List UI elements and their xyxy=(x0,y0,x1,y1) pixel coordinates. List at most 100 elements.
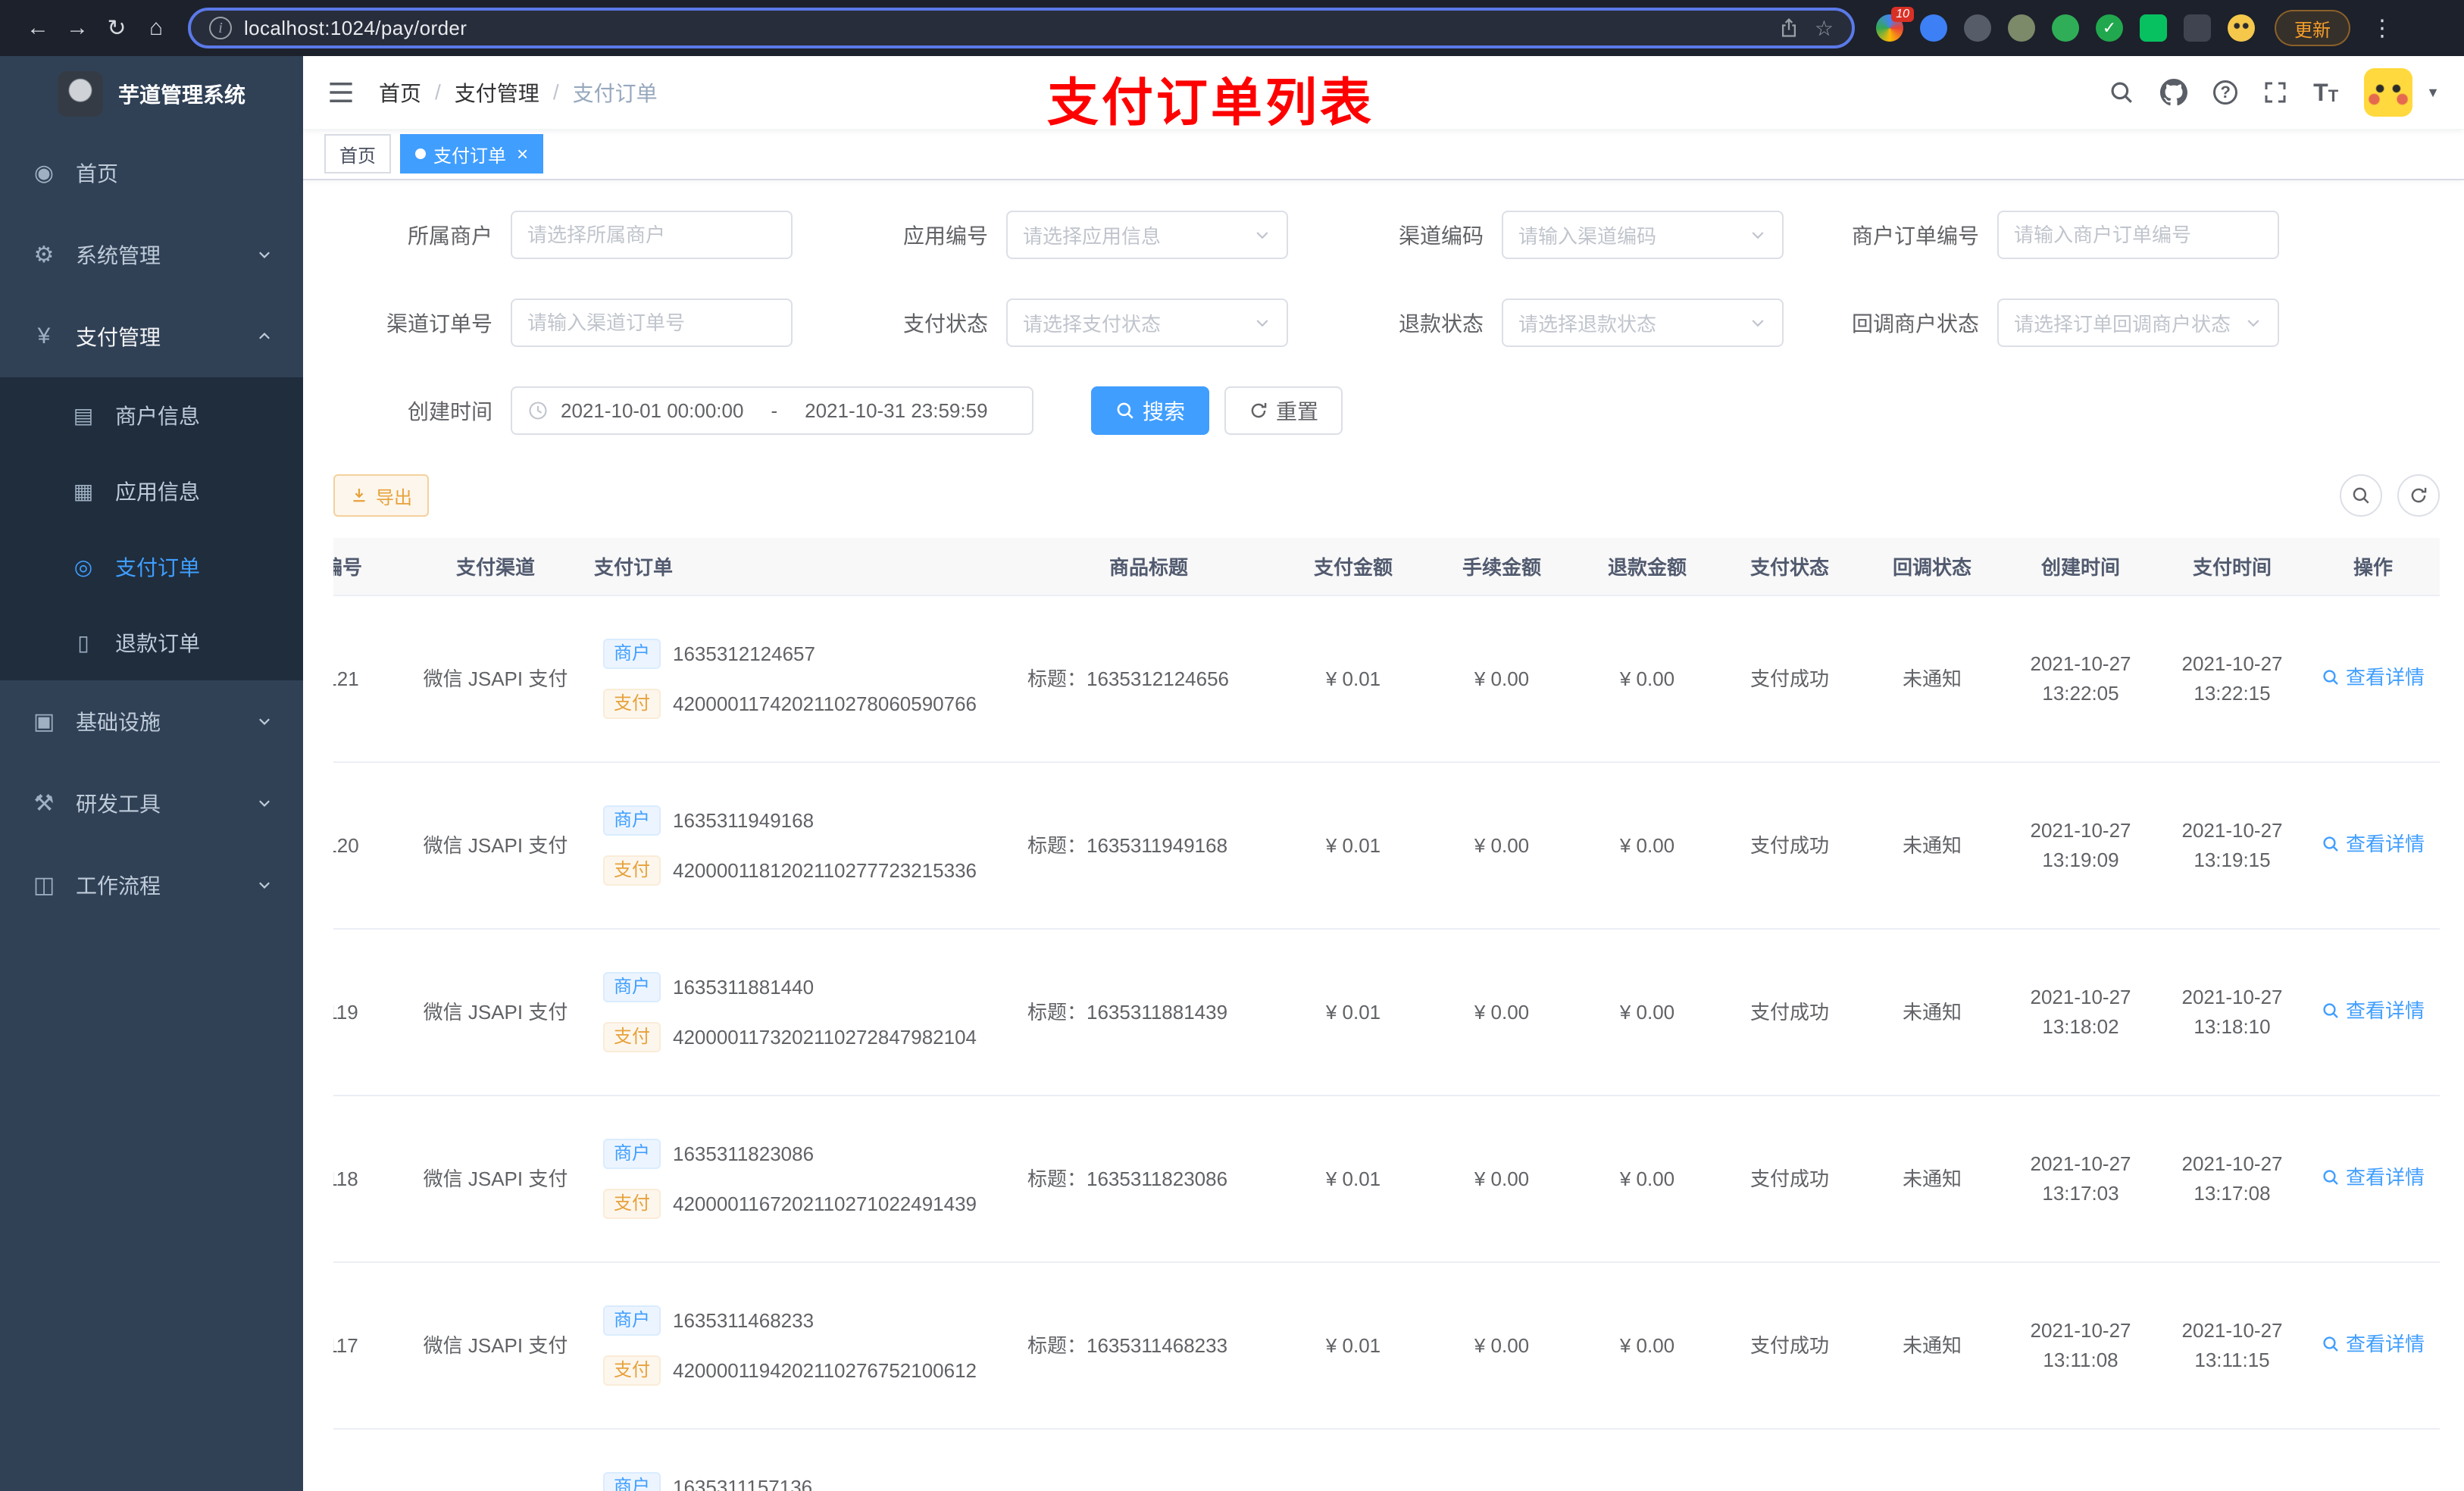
help-icon[interactable]: ? xyxy=(2213,80,2238,105)
extension-green-icon[interactable] xyxy=(2052,14,2079,42)
sidebar-item-merchant-info[interactable]: ▤ 商户信息 xyxy=(0,377,303,453)
sidebar-menu: ◉ 首页 ⚙ 系统管理 ¥ 支付管理 ▤ 商户信息 ▦ 应用信息 ◎ 支付订单 … xyxy=(0,132,303,926)
extensions-puzzle-icon[interactable] xyxy=(2184,14,2211,42)
export-button[interactable]: 导出 xyxy=(333,474,429,517)
chevron-up-icon xyxy=(256,328,273,345)
hamburger-icon[interactable] xyxy=(327,79,355,106)
cell-create-time xyxy=(2003,1429,2158,1491)
logo-avatar xyxy=(57,71,103,117)
view-detail-link[interactable]: 查看详情 xyxy=(2322,830,2425,859)
close-icon[interactable]: × xyxy=(517,142,528,166)
date-separator: - xyxy=(771,399,778,422)
pay-status-select[interactable]: 请选择支付状态 xyxy=(1006,299,1288,347)
cell-fee xyxy=(1427,1429,1576,1491)
date-end[interactable]: 2021-10-31 23:59:59 xyxy=(805,399,987,423)
cell-channel: 微信 JSAPI 支付 xyxy=(397,1429,594,1491)
filter-channel-order-no: 渠道订单号 xyxy=(333,299,793,347)
share-icon[interactable] xyxy=(1778,17,1800,39)
app-id-select[interactable]: 请选择应用信息 xyxy=(1006,211,1288,259)
profile-avatar-icon[interactable] xyxy=(2228,14,2255,42)
github-icon[interactable] xyxy=(2160,79,2188,106)
sidebar-item-app-info[interactable]: ▦ 应用信息 xyxy=(0,453,303,529)
app-logo[interactable]: 芋道管理系统 xyxy=(0,56,303,132)
col-id: 编号 xyxy=(333,538,397,596)
field-label: 回调商户状态 xyxy=(1851,312,1979,336)
extension-dark-icon[interactable] xyxy=(1964,14,1991,42)
view-detail-link[interactable]: 查看详情 xyxy=(2322,996,2425,1026)
notify-status-select[interactable]: 请选择订单回调商户状态 xyxy=(1997,299,2279,347)
extension-chat-icon[interactable] xyxy=(2140,14,2167,42)
browser-menu-icon[interactable]: ⋮ xyxy=(2362,8,2402,48)
sidebar-item-workflow[interactable]: ◫ 工作流程 xyxy=(0,844,303,926)
sidebar-item-dev-tools[interactable]: ⚒ 研发工具 xyxy=(0,762,303,844)
menu-label: 首页 xyxy=(76,162,119,186)
fullscreen-icon[interactable] xyxy=(2263,80,2287,105)
monitor-icon: ▣ xyxy=(33,708,55,734)
cell-amount: ¥ 0.01 xyxy=(1279,595,1427,763)
sidebar-item-infrastructure[interactable]: ▣ 基础设施 xyxy=(0,680,303,762)
table-row: 120 微信 JSAPI 支付 商户 1635311949168 支付 420000… xyxy=(333,762,2440,930)
date-range-input[interactable]: 2021-10-01 00:00:00 - 2021-10-31 23:59:5… xyxy=(511,386,1033,435)
view-detail-link[interactable]: 查看详情 xyxy=(2322,1163,2425,1192)
caret-down-icon[interactable]: ▼ xyxy=(2426,85,2440,101)
refresh-button[interactable] xyxy=(2397,474,2440,517)
extension-multicolor-icon[interactable]: 10 xyxy=(1876,7,1914,42)
url-bar[interactable]: i localhost:1024/pay/order ☆ xyxy=(188,8,1855,48)
chevron-down-icon xyxy=(256,246,273,263)
payment-submenu: ▤ 商户信息 ▦ 应用信息 ◎ 支付订单 ▯ 退款订单 xyxy=(0,377,303,680)
cell-action: 查看详情 xyxy=(2306,1096,2440,1263)
cell-title: 标题：1635311949168 xyxy=(1018,762,1279,930)
cell-notify xyxy=(1861,1429,2003,1491)
sidebar-item-pay-order[interactable]: ◎ 支付订单 xyxy=(0,529,303,605)
breadcrumb-payment[interactable]: 支付管理 xyxy=(455,77,539,108)
merchant-input[interactable] xyxy=(511,211,793,259)
workflow-icon: ◫ xyxy=(33,872,55,898)
cell-amount: ¥ 0.01 xyxy=(1279,1096,1427,1263)
field-label: 商户订单编号 xyxy=(1851,224,1979,248)
cell-notify: 未通知 xyxy=(1861,595,2003,763)
pay-tag: 支付 xyxy=(603,1022,661,1052)
extension-blue-icon[interactable] xyxy=(1920,14,1947,42)
sidebar-item-system[interactable]: ⚙ 系统管理 xyxy=(0,214,303,295)
menu-label: 研发工具 xyxy=(76,792,161,816)
forward-icon[interactable]: → xyxy=(58,8,97,48)
table-header-row: 编号 支付渠道 支付订单 商品标题 支付金额 手续金额 退款金额 支付状态 回调… xyxy=(333,538,2440,596)
date-start[interactable]: 2021-10-01 00:00:00 xyxy=(561,399,743,423)
cell-create-time: 2021-10-27 13:22:05 xyxy=(2003,595,2158,763)
reload-icon[interactable]: ↻ xyxy=(97,8,136,48)
menu-label: 系统管理 xyxy=(76,244,161,267)
channel-order-no-input[interactable] xyxy=(511,299,793,347)
chevron-down-icon xyxy=(1253,226,1271,244)
view-detail-link[interactable]: 查看详情 xyxy=(2322,663,2425,692)
home-icon[interactable]: ⌂ xyxy=(136,8,176,48)
active-dot-icon xyxy=(415,148,426,159)
cell-title: 标题：1635311468233 xyxy=(1018,1262,1279,1430)
cell-status: 支付成功 xyxy=(1718,1262,1861,1430)
sidebar-item-payment[interactable]: ¥ 支付管理 xyxy=(0,295,303,377)
bookmark-star-icon[interactable]: ☆ xyxy=(1815,16,1834,41)
search-button[interactable]: 搜索 xyxy=(1091,386,1210,435)
extension-olive-icon[interactable] xyxy=(2008,14,2035,42)
refund-status-select[interactable]: 请选择退款状态 xyxy=(1502,299,1784,347)
site-info-icon[interactable]: i xyxy=(209,17,232,39)
yen-icon: ¥ xyxy=(37,324,51,349)
user-avatar[interactable] xyxy=(2364,68,2413,117)
sidebar-item-refund-order[interactable]: ▯ 退款订单 xyxy=(0,605,303,680)
tab-pay-order[interactable]: 支付订单 × xyxy=(400,134,544,173)
field-label: 渠道订单号 xyxy=(386,312,492,336)
search-icon[interactable] xyxy=(2109,80,2134,105)
extension-check-icon[interactable]: ✓ xyxy=(2096,14,2123,42)
back-icon[interactable]: ← xyxy=(18,8,58,48)
channel-code-select[interactable]: 请输入渠道编码 xyxy=(1502,211,1784,259)
breadcrumb-home[interactable]: 首页 xyxy=(379,77,421,108)
toggle-search-button[interactable] xyxy=(2340,474,2382,517)
font-size-icon[interactable]: TT xyxy=(2313,80,2338,105)
merchant-order-no-input[interactable] xyxy=(1997,211,2279,259)
sidebar-item-home[interactable]: ◉ 首页 xyxy=(0,132,303,214)
navbar-actions: ? TT ▼ xyxy=(2109,68,2440,117)
reset-button[interactable]: 重置 xyxy=(1224,386,1343,435)
view-detail-link[interactable]: 查看详情 xyxy=(2322,1330,2425,1359)
browser-update-button[interactable]: 更新 xyxy=(2275,10,2350,46)
field-label: 创建时间 xyxy=(407,400,492,424)
tab-home[interactable]: 首页 xyxy=(324,134,391,173)
